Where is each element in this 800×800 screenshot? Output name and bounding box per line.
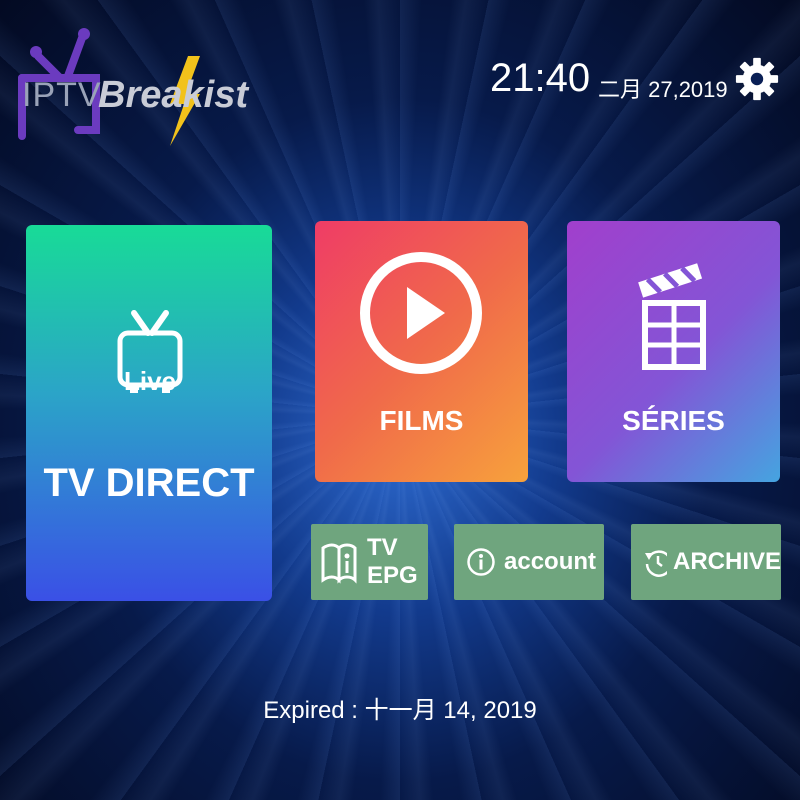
epg-label-line2: EPG	[367, 562, 418, 589]
play-icon	[360, 252, 482, 374]
tv-direct-label: TV DIRECT	[43, 461, 255, 505]
brand-word-breakist: Breakist	[98, 74, 248, 116]
history-icon	[645, 550, 667, 577]
gear-icon[interactable]	[734, 56, 780, 102]
tv-direct-tile[interactable]: Live TV DIRECT	[26, 225, 272, 601]
expiry-text: Expired : 十一月 14, 2019	[263, 697, 537, 724]
book-info-icon	[321, 543, 357, 584]
brand-word-iptv: IPTV	[22, 76, 102, 114]
info-icon	[467, 548, 495, 576]
live-tv-icon	[117, 310, 183, 393]
account-button[interactable]: account	[454, 524, 604, 600]
epg-label-line1: TV	[367, 534, 398, 561]
clapperboard-icon	[638, 263, 706, 370]
archive-label: ARCHIVE	[672, 548, 781, 575]
archive-button[interactable]: ARCHIVE	[631, 524, 781, 600]
series-label: SÉRIES	[622, 405, 725, 436]
tv-epg-button[interactable]: TV EPG	[311, 524, 428, 600]
clock: 21:40	[490, 56, 591, 100]
live-badge: Live	[123, 366, 177, 396]
films-tile[interactable]: FILMS	[315, 221, 528, 482]
films-label: FILMS	[379, 405, 464, 436]
account-label: account	[504, 548, 597, 575]
brand-logo: IPTV Breakist	[18, 18, 248, 148]
date: 二月 27,2019	[598, 77, 728, 102]
series-tile[interactable]: SÉRIES	[567, 221, 780, 482]
